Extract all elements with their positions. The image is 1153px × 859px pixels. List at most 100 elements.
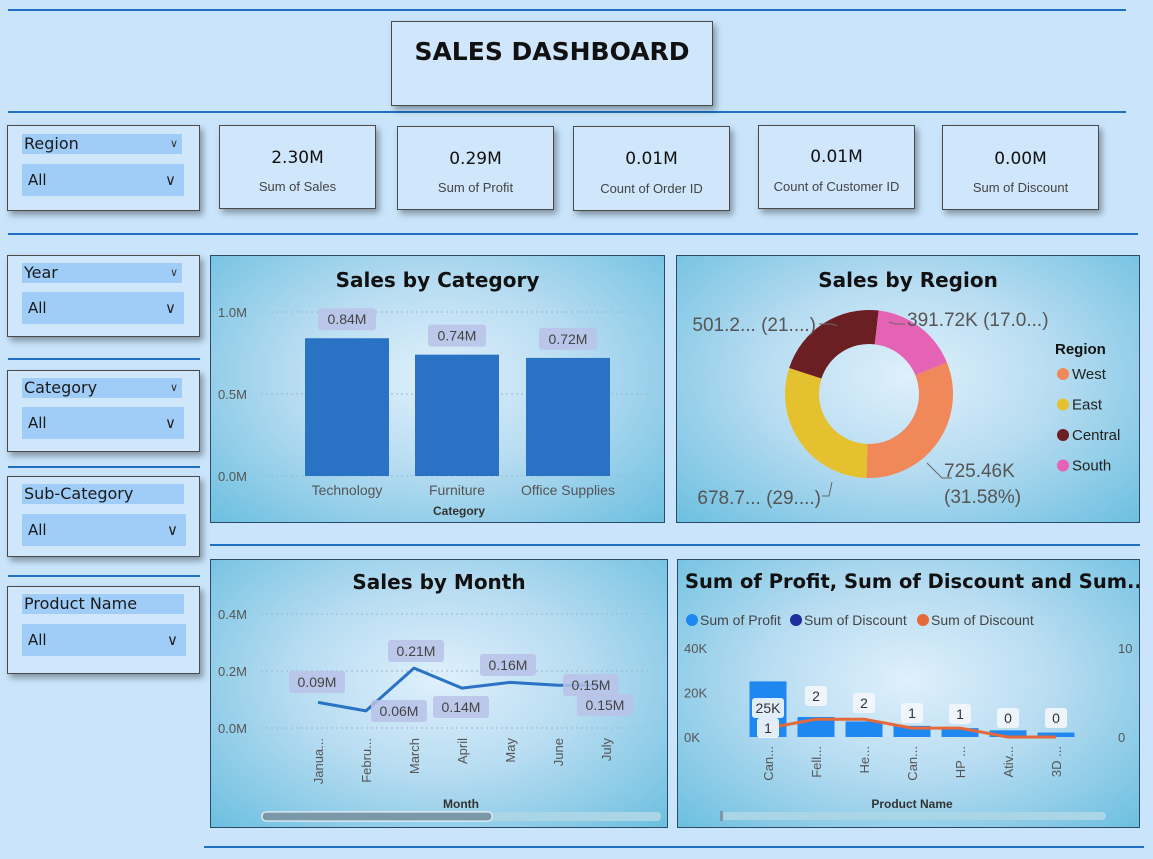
data-label: 391.72K (17.0...): [907, 310, 1049, 331]
data-label: 2: [860, 695, 868, 711]
data-label: 725.46K: [944, 461, 1015, 482]
legend-label: Sum of Profit: [700, 612, 781, 628]
dropdown-value: All: [28, 521, 47, 539]
x-axis-title: Month: [443, 797, 479, 811]
region-slicer[interactable]: Region ∨ All ∨: [7, 125, 200, 211]
x-tick-label: March: [407, 738, 422, 774]
year-dropdown[interactable]: All ∨: [22, 292, 184, 324]
sub-category-slicer[interactable]: Sub-Category All ∨: [7, 476, 200, 557]
chevron-down-icon[interactable]: ∨: [170, 378, 178, 398]
x-tick-label: April: [455, 738, 470, 764]
product-name-dropdown[interactable]: All ∨: [22, 624, 186, 656]
slicer-label-text: Category: [24, 378, 98, 397]
divider: [8, 466, 200, 468]
region-dropdown[interactable]: All ∨: [22, 164, 184, 196]
x-tick-label: Fell...: [809, 746, 824, 778]
legend-label: South: [1072, 458, 1111, 475]
x-tick-label: Furniture: [429, 482, 485, 498]
profit-bar: [845, 721, 883, 737]
legend-label: West: [1072, 366, 1107, 383]
y-tick-label-right: 0: [1118, 730, 1125, 745]
scrollbar-thumb[interactable]: [720, 811, 723, 821]
chevron-down-icon[interactable]: ∨: [170, 134, 178, 154]
legend-label: East: [1072, 397, 1103, 414]
data-label: 0.21M: [397, 643, 436, 659]
kpi-card-customers[interactable]: 0.01M Count of Customer ID: [758, 125, 915, 209]
x-tick-label: Janua...: [311, 738, 326, 784]
data-label: 1: [908, 705, 916, 721]
kpi-label: Sum of Profit: [437, 180, 514, 195]
chevron-down-icon[interactable]: ∨: [167, 514, 178, 546]
product-name-slicer[interactable]: Product Name All ∨: [7, 586, 200, 674]
data-label: 1: [764, 720, 772, 736]
y-tick-label: 0.0M: [218, 721, 247, 736]
chevron-down-icon[interactable]: ∨: [167, 624, 178, 656]
x-tick-label: 3D ...: [1049, 746, 1064, 777]
kpi-card-sales[interactable]: 2.30M Sum of Sales: [219, 125, 376, 209]
slicer-label-text: Year: [24, 263, 58, 282]
slicer-label: Region ∨: [22, 134, 182, 154]
legend-title: Region: [1055, 341, 1106, 358]
year-slicer[interactable]: Year ∨ All ∨: [7, 255, 200, 337]
data-label: 0.14M: [442, 699, 481, 715]
sales-by-month-chart[interactable]: Sales by Month 0.0M 0.2M 0.4M 0.09M 0.06M 0.2…: [210, 559, 668, 828]
x-tick-label: Office Supplies: [521, 482, 615, 498]
x-tick-label: Technology: [312, 482, 383, 498]
dropdown-value: All: [28, 631, 47, 649]
x-tick-label: HP ...: [953, 746, 968, 778]
sales-by-category-chart[interactable]: Sales by Category 0.0M 0.5M 1.0M 0.84M Techn…: [210, 255, 665, 523]
kpi-card-orders[interactable]: 0.01M Count of Order ID: [573, 126, 730, 211]
kpi-value: 2.30M: [271, 148, 324, 168]
y-tick-label: 0.5M: [218, 387, 247, 402]
divider: [204, 846, 1144, 848]
data-label: 0: [1052, 710, 1060, 726]
sales-by-region-chart[interactable]: Sales by Region 725.46K (31.58%) 678.7... …: [676, 255, 1140, 523]
chevron-down-icon[interactable]: ∨: [170, 263, 178, 283]
kpi-card-profit[interactable]: 0.29M Sum of Profit: [397, 126, 554, 210]
data-label: 0.15M: [586, 697, 625, 713]
profit-discount-combo-chart[interactable]: Sum of Profit, Sum of Discount and Sum..…: [677, 559, 1140, 828]
x-axis-title: Category: [433, 504, 485, 518]
bar: [415, 354, 499, 476]
x-tick-label: Can...: [761, 746, 776, 781]
divider: [8, 9, 1126, 11]
data-label: 2: [812, 688, 820, 704]
slicer-label: Sub-Category: [22, 484, 184, 504]
data-label: 0.15M: [572, 677, 611, 693]
y-tick-label: 0.4M: [218, 607, 247, 622]
data-label: 678.7... (29....): [697, 488, 821, 509]
scrollbar-track: [720, 812, 1106, 820]
data-label: 0.06M: [380, 703, 419, 719]
x-tick-label: Can...: [905, 746, 920, 781]
sub-category-dropdown[interactable]: All ∨: [22, 514, 186, 546]
legend-marker: [1057, 398, 1069, 411]
data-label: 501.2... (21....): [692, 315, 816, 336]
combo-chart[interactable]: Sum of Profit Sum of Discount Sum of Disco…: [678, 560, 1140, 828]
region-donut-chart[interactable]: 725.46K (31.58%) 678.7... (29....) 501.2...…: [677, 256, 1140, 523]
slicer-label: Category ∨: [22, 378, 182, 398]
kpi-label: Sum of Discount: [972, 180, 1069, 195]
chevron-down-icon[interactable]: ∨: [165, 164, 176, 196]
scrollbar-thumb[interactable]: [261, 811, 493, 822]
data-label: 0: [1004, 710, 1012, 726]
category-slicer[interactable]: Category ∨ All ∨: [7, 370, 200, 452]
kpi-card-discount[interactable]: 0.00M Sum of Discount: [942, 125, 1099, 210]
category-dropdown[interactable]: All ∨: [22, 407, 184, 439]
bar: [526, 357, 610, 476]
data-label: 0.84M: [328, 311, 367, 327]
kpi-value: 0.00M: [994, 149, 1047, 169]
kpi-value: 0.01M: [625, 149, 678, 169]
legend-marker: [1057, 368, 1069, 380]
category-bar-chart[interactable]: 0.0M 0.5M 1.0M 0.84M Technology 0.74M Furnitur…: [211, 256, 665, 523]
x-tick-label: June: [551, 738, 566, 766]
slicer-label-text: Sub-Category: [24, 484, 134, 503]
chevron-down-icon[interactable]: ∨: [165, 407, 176, 439]
data-label: (31.58%): [944, 487, 1021, 508]
x-axis-title: Product Name: [871, 797, 953, 811]
x-tick-label: Febru...: [359, 738, 374, 783]
legend-label: Central: [1072, 427, 1120, 444]
chevron-down-icon[interactable]: ∨: [165, 292, 176, 324]
legend-marker: [686, 614, 698, 626]
legend-marker: [1057, 459, 1069, 472]
month-line-chart[interactable]: 0.0M 0.2M 0.4M 0.09M 0.06M 0.21M 0.14M 0.16M 0.1…: [211, 560, 668, 828]
